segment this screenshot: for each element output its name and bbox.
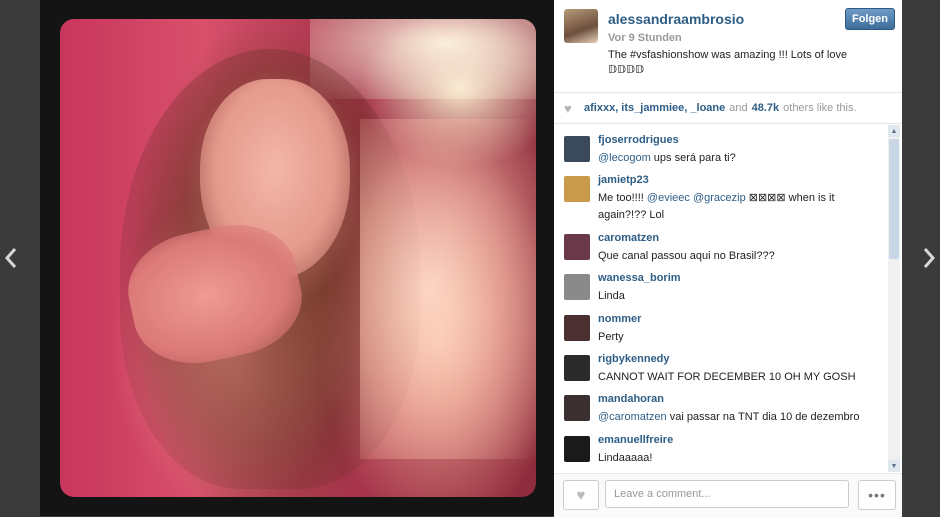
avatar[interactable] — [564, 436, 590, 462]
comment-body: vai passar na TNT dia 10 de dezembro — [666, 411, 860, 423]
comment-text: Me too!!!! @evieec @gracezip ⊠⊠⊠⊠ when i… — [598, 190, 868, 224]
avatar[interactable] — [564, 176, 590, 202]
comment-input[interactable] — [605, 480, 849, 508]
post-username[interactable]: alessandraambrosio — [608, 11, 744, 27]
avatar[interactable] — [564, 274, 590, 300]
comment-mention[interactable]: @caromatzen — [598, 411, 667, 423]
heart-icon: ♥ — [576, 486, 586, 504]
comment-mention[interactable]: @evieec @gracezip — [647, 192, 746, 204]
avatar[interactable] — [564, 355, 590, 381]
comment-mention[interactable]: @lecogom — [598, 152, 651, 164]
comment-pre: Me too!!!! — [598, 192, 647, 204]
comment-username[interactable]: fjoserrodrigues — [598, 134, 679, 146]
caption-text: The #vsfashionshow was amazing !!! Lots … — [608, 49, 848, 76]
comment-username[interactable]: nommer — [598, 313, 641, 325]
comment-username[interactable]: mandahoran — [598, 393, 664, 405]
likes-count[interactable]: 48.7k — [752, 102, 780, 114]
comment-body: ups será para ti? — [650, 152, 736, 164]
post-timestamp: Vor 9 Stunden — [608, 32, 682, 44]
photo-feathers — [360, 119, 536, 459]
comment-text: Lindaaaaa! — [598, 452, 653, 464]
more-options-button[interactable]: ••• — [858, 480, 896, 510]
post-header: alessandraambrosio Vor 9 Stunden The #vs… — [554, 0, 902, 93]
avatar[interactable] — [564, 136, 590, 162]
photo-panel — [40, 0, 554, 516]
comment-footer: ♥ ••• — [554, 473, 902, 517]
avatar[interactable] — [564, 315, 590, 341]
comment-text: Que canal passou aqui no Brasil??? — [598, 250, 775, 262]
scroll-up-icon[interactable]: ▲ — [888, 125, 900, 137]
avatar[interactable] — [564, 234, 590, 260]
heart-icon: ♥ — [564, 100, 572, 116]
chevron-right-icon — [923, 248, 935, 268]
comment-text: Perty — [598, 331, 624, 343]
post-photo — [60, 19, 536, 497]
follow-button[interactable]: Folgen — [845, 8, 895, 30]
post-modal: alessandraambrosio Vor 9 Stunden The #vs… — [40, 0, 902, 517]
post-sidebar: alessandraambrosio Vor 9 Stunden The #vs… — [554, 0, 902, 517]
ellipsis-icon: ••• — [868, 487, 886, 503]
scroll-down-icon[interactable]: ▼ — [888, 460, 900, 472]
comments-list: fjoserrodrigues @lecogom ups será para t… — [554, 124, 886, 472]
next-photo-button[interactable] — [918, 238, 940, 278]
chevron-left-icon — [5, 248, 17, 268]
comment-text: CANNOT WAIT FOR DECEMBER 10 OH MY GOSH — [598, 371, 856, 383]
like-button[interactable]: ♥ — [563, 480, 599, 510]
comment-text: @caromatzen vai passar na TNT dia 10 de … — [598, 409, 868, 426]
comment-text: Linda — [598, 290, 625, 302]
comment-username[interactable]: jamietp23 — [598, 174, 649, 186]
comment-username[interactable]: rigbykennedy — [598, 353, 670, 365]
scrollbar-thumb[interactable] — [889, 139, 899, 259]
likers-names[interactable]: afixxx, its_jammiee, _loane — [584, 102, 725, 114]
post-caption: The #vsfashionshow was amazing !!! Lots … — [608, 48, 878, 78]
comment-username[interactable]: caromatzen — [598, 232, 659, 244]
avatar[interactable] — [564, 395, 590, 421]
comments-scrollbar[interactable]: ▲ ▼ — [888, 125, 900, 472]
comment-username[interactable]: emanuellfreire — [598, 434, 673, 446]
comment-username[interactable]: wanessa_borim — [598, 272, 681, 284]
avatar[interactable] — [564, 9, 598, 43]
likes-bar: ♥ afixxx, its_jammiee, _loane and 48.7k … — [554, 93, 902, 124]
comment-text: @lecogom ups será para ti? — [598, 150, 868, 167]
likes-connector: and — [729, 102, 748, 114]
likes-tail: others like this. — [783, 102, 857, 114]
previous-photo-button[interactable] — [0, 238, 22, 278]
